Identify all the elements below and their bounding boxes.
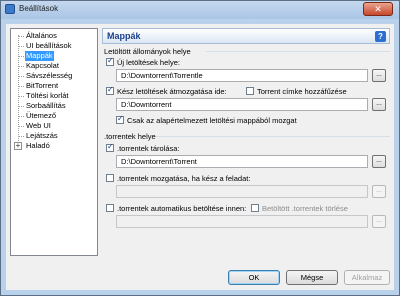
tree-connector <box>18 106 24 107</box>
move-completed-checkbox[interactable] <box>106 85 114 95</box>
move-completed-label: Kész letöltések átmozgatása ide: <box>117 87 227 96</box>
app-icon <box>5 4 15 14</box>
help-icon[interactable]: ? <box>375 31 386 42</box>
tree-item-connection[interactable]: Kapcsolat <box>25 61 60 71</box>
group-divider <box>156 136 390 137</box>
delete-loaded-label: Betöltött .torrentek törlése <box>262 204 348 213</box>
new-downloads-label: Új letöltések helye: <box>117 58 180 67</box>
move-finished-torrents-checkbox[interactable] <box>106 174 114 182</box>
title-bar[interactable]: Beállítások ✕ <box>1 1 399 19</box>
move-finished-torrents-path-input[interactable] <box>116 185 368 198</box>
move-finished-torrents-label: .torrentek mozgatása, ha kész a feladat: <box>117 174 251 183</box>
autoload-torrents-path-input[interactable] <box>116 215 368 228</box>
tree-item-queueing[interactable]: Sorbaállítás <box>25 101 67 111</box>
autoload-torrents-browse-button[interactable]: ... <box>372 215 386 228</box>
move-completed-path-input[interactable]: D:\Downtorrent <box>116 98 368 111</box>
tree-item-web-ui[interactable]: Web UI <box>25 121 52 131</box>
downloads-group-label: Letöltött állományok helye <box>104 47 191 56</box>
tree-connector <box>18 86 24 87</box>
dialog-client: Általános UI beállítások Mappák Kapcsola… <box>6 24 394 290</box>
expand-icon[interactable]: + <box>14 142 22 150</box>
autoload-torrents-label: .torrentek automatikus betöltése innen: <box>117 204 247 213</box>
settings-window: Beállítások ✕ Általános UI beállítások M… <box>0 0 400 296</box>
store-torrents-checkbox[interactable] <box>106 142 114 152</box>
new-downloads-browse-button[interactable]: ... <box>372 69 386 82</box>
append-label-checkbox[interactable] <box>246 87 254 95</box>
tree-item-transfer-cap[interactable]: Töltési korlát <box>25 91 70 101</box>
window-title: Beállítások <box>19 4 59 13</box>
new-downloads-path-input[interactable]: D:\Downtorrent\Torrentle <box>116 69 368 82</box>
tree-connector <box>18 96 24 97</box>
delete-loaded-checkbox[interactable] <box>251 204 259 212</box>
tree-item-ui-settings[interactable]: UI beállítások <box>25 41 72 51</box>
store-torrents-label: .torrentek tárolása: <box>117 144 180 153</box>
group-divider <box>206 51 390 52</box>
torrents-group-label: .torrentek helye <box>104 132 156 141</box>
close-button[interactable]: ✕ <box>363 2 393 16</box>
apply-button[interactable]: Alkalmaz <box>344 270 390 285</box>
tree-connector <box>18 116 24 117</box>
only-default-label: Csak az alapértelmezett letöltési mappáb… <box>127 116 297 125</box>
autoload-torrents-checkbox[interactable] <box>106 204 114 212</box>
tree-item-advanced[interactable]: Haladó <box>25 141 51 151</box>
tree-item-playback[interactable]: Lejátszás <box>25 131 59 141</box>
store-torrents-browse-button[interactable]: ... <box>372 155 386 168</box>
tree-connector <box>18 46 24 47</box>
panel-header: Mappák ? <box>102 28 390 44</box>
tree-item-folders[interactable]: Mappák <box>25 51 54 61</box>
move-finished-torrents-browse-button[interactable]: ... <box>372 185 386 198</box>
cancel-button[interactable]: Mégse <box>286 270 338 285</box>
tree-connector <box>18 56 24 57</box>
ok-button[interactable]: OK <box>228 270 280 285</box>
tree-item-bittorrent[interactable]: BitTorrent <box>25 81 59 91</box>
tree-connector <box>18 126 24 127</box>
only-default-checkbox[interactable] <box>116 114 124 124</box>
tree-connector <box>18 35 19 145</box>
new-downloads-checkbox[interactable] <box>106 56 114 66</box>
append-label-text: Torrent címke hozzáfűzése <box>257 87 347 96</box>
settings-tree: Általános UI beállítások Mappák Kapcsola… <box>10 28 98 256</box>
tree-connector <box>18 76 24 77</box>
tree-connector <box>18 66 24 67</box>
panel-title: Mappák <box>107 31 141 41</box>
tree-connector <box>18 36 24 37</box>
tree-item-bandwidth[interactable]: Sávszélesség <box>25 71 73 81</box>
tree-item-scheduler[interactable]: Ütemező <box>25 111 57 121</box>
tree-connector <box>18 136 24 137</box>
move-completed-browse-button[interactable]: ... <box>372 98 386 111</box>
tree-item-general[interactable]: Általános <box>25 31 58 41</box>
store-torrents-path-input[interactable]: D:\Downtorrent\Torrent <box>116 155 368 168</box>
